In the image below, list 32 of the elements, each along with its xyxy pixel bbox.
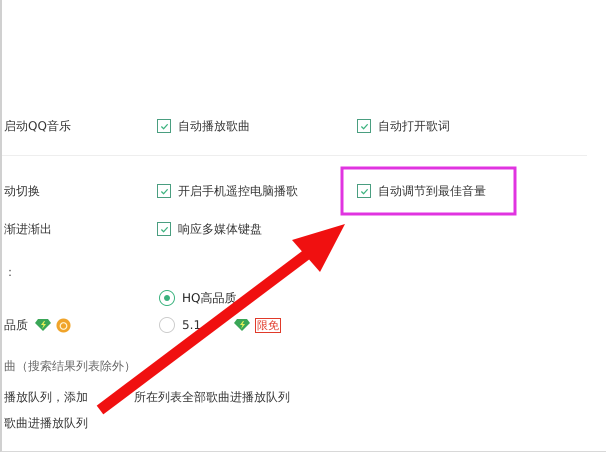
- radio-button[interactable]: [159, 317, 175, 333]
- checkbox[interactable]: [357, 119, 371, 133]
- checkbox[interactable]: [157, 119, 171, 133]
- option-label: 自动调节到最佳音量: [378, 182, 486, 200]
- promo-tag: 限免: [255, 318, 282, 332]
- option-label: 品质: [4, 316, 28, 334]
- option-label: 启动QQ音乐: [4, 118, 71, 134]
- check-icon: [160, 186, 168, 196]
- section-heading: ：: [4, 264, 16, 281]
- option-label: 所在列表全部歌曲进播放队列: [134, 388, 290, 406]
- checkbox[interactable]: [157, 184, 171, 198]
- diamond-icon: [35, 318, 51, 332]
- option-label: HQ高品质: [182, 290, 236, 306]
- check-icon: [160, 224, 168, 234]
- option-label: 自动打开歌词: [378, 118, 450, 134]
- checkbox[interactable]: [157, 222, 171, 236]
- option-label: 歌曲进播放队列: [4, 414, 88, 432]
- option-label: 响应多媒体键盘: [178, 220, 262, 238]
- check-icon: [160, 122, 168, 130]
- check-icon: [360, 186, 368, 196]
- radio-button[interactable]: [159, 290, 175, 306]
- diamond-icon: [234, 318, 250, 332]
- option-label: 自动播放歌曲: [178, 118, 250, 134]
- option-label: 渐进渐出: [4, 220, 52, 238]
- check-icon: [360, 122, 368, 130]
- option-label: 动切换: [4, 182, 40, 200]
- option-label: 5.1: [182, 318, 202, 332]
- option-label: 开启手机遥控电脑播歌: [178, 182, 298, 200]
- option-label: 播放队列，添加: [4, 388, 88, 406]
- section-heading: 曲（搜索结果列表除外）: [4, 358, 136, 375]
- checkbox[interactable]: [357, 184, 371, 198]
- coin-icon: [56, 318, 71, 332]
